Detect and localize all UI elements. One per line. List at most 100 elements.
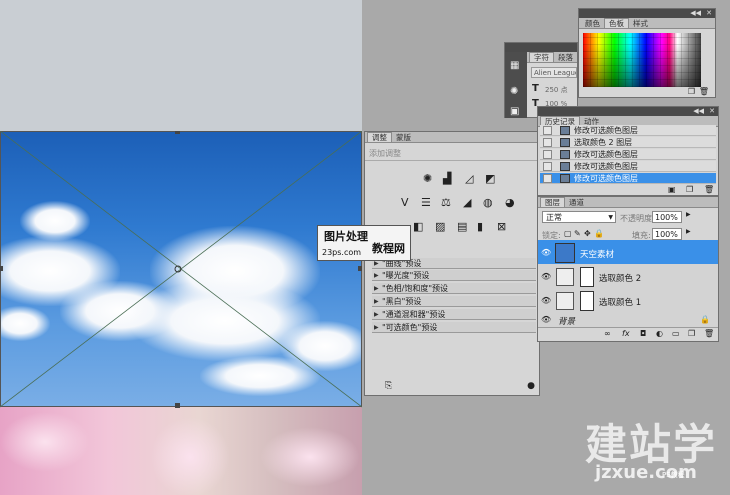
swatch-grid[interactable] [583, 33, 701, 87]
trash-icon[interactable]: 🗑 [704, 185, 714, 194]
preset-black-white[interactable]: "黑白"预设 [372, 296, 536, 307]
background-photo [0, 407, 362, 495]
lock-all-icon[interactable]: 🔒 [594, 229, 604, 238]
tab-color[interactable]: 颜色 [581, 19, 604, 28]
new-layer-icon[interactable]: ❐ [688, 329, 695, 338]
levels-icon[interactable]: ▟ [443, 172, 451, 185]
panel-titlebar[interactable]: ◀◀ ✕ [579, 9, 715, 18]
history-row[interactable]: 修改可选颜色图层 [540, 161, 716, 172]
color-balance-icon[interactable]: ⚖ [441, 196, 451, 209]
adjustment-layer-icon [556, 292, 574, 310]
invert-icon[interactable]: ◧ [413, 220, 423, 233]
photo-filter-icon[interactable]: ◍ [483, 196, 493, 209]
history-state-icon [560, 126, 570, 135]
exposure-icon[interactable]: ◩ [485, 172, 495, 185]
preset-selective-color[interactable]: "可选颜色"预设 [372, 322, 536, 333]
panel-titlebar[interactable] [505, 43, 577, 52]
image-icon[interactable]: ▣ [510, 106, 519, 117]
tab-adjustments[interactable]: 调整 [367, 132, 392, 142]
hue-saturation-icon[interactable]: ☰ [421, 196, 431, 209]
new-group-icon[interactable]: ▭ [672, 329, 680, 338]
font-size-field[interactable]: 250 点 [545, 85, 568, 95]
collapse-icon[interactable]: ◀◀ [693, 107, 704, 115]
lock-brush-icon[interactable]: ✎ [574, 229, 581, 238]
history-state-icon [560, 174, 570, 183]
history-state-icon [560, 162, 570, 171]
posterize-icon[interactable]: ▨ [435, 220, 445, 233]
new-layer-icon[interactable]: ⎘ [385, 381, 392, 391]
brightness-contrast-icon[interactable]: ✺ [423, 172, 432, 185]
tab-masks[interactable]: 蒙版 [392, 133, 415, 142]
document-canvas[interactable] [0, 0, 362, 495]
trash-icon[interactable]: 🗑 [704, 329, 714, 338]
lock-transparent-icon[interactable]: ▢ [564, 229, 572, 238]
watermark-tag: PS教程 [662, 471, 685, 479]
new-document-icon[interactable]: ❐ [686, 185, 693, 194]
tab-styles[interactable]: 样式 [629, 19, 652, 28]
opacity-slider-arrow-icon[interactable]: ▶ [686, 211, 691, 218]
selective-color-icon[interactable]: ⊠ [497, 220, 506, 233]
channel-mixer-icon[interactable]: ◕ [505, 196, 515, 209]
layer-name: 选取颜色 2 [599, 274, 642, 284]
layer-row[interactable]: 👁 背景 🔒 [538, 312, 718, 328]
new-snapshot-icon[interactable]: ▣ [668, 185, 676, 194]
panel-titlebar[interactable]: ◀◀ ✕ [538, 107, 718, 116]
swatches-panel: ◀◀ ✕ 颜色 色板 样式 ❐ 🗑 [578, 8, 716, 98]
tab-paragraph[interactable]: 段落 [554, 53, 577, 62]
font-family-field[interactable]: Alien League [531, 67, 577, 78]
layer-name: 选取颜色 1 [599, 298, 642, 308]
opacity-label: 不透明度: [620, 214, 655, 223]
font-size-icon: T [532, 83, 539, 94]
preset-hue-saturation[interactable]: "色相/饱和度"预设 [372, 283, 536, 294]
history-row[interactable]: 修改可选颜色图层 [540, 125, 716, 136]
layers-bottom-bar: ∞ fx ◘ ◐ ▭ ❐ 🗑 [538, 327, 718, 341]
tab-layers[interactable]: 图层 [540, 197, 565, 207]
eye-icon[interactable]: 👁 [541, 248, 551, 257]
layer-style-icon[interactable]: fx [622, 329, 630, 338]
trash-icon[interactable]: 🗑 [699, 87, 709, 96]
eye-icon[interactable]: 👁 [541, 296, 551, 305]
preset-exposure[interactable]: "曝光度"预设 [372, 270, 536, 281]
layer-name: 背景 [558, 317, 576, 327]
close-icon[interactable]: ✕ [709, 107, 715, 115]
fill-slider-arrow-icon[interactable]: ▶ [686, 228, 691, 235]
collapse-icon[interactable]: ◀◀ [690, 9, 701, 17]
vibrance-icon[interactable]: V [401, 196, 409, 209]
history-state-icon [560, 138, 570, 147]
close-icon[interactable]: ✕ [706, 9, 712, 17]
tab-swatches[interactable]: 色板 [604, 18, 629, 28]
layer-mask-thumbnail [580, 291, 594, 311]
chevron-down-icon: ▼ [608, 214, 613, 221]
opacity-field[interactable]: 100% [652, 211, 682, 223]
free-transform-box[interactable] [0, 131, 362, 408]
gradient-map-icon[interactable]: ▮ [477, 220, 483, 233]
curves-icon[interactable]: ◿ [465, 172, 473, 185]
layer-row-selected[interactable]: 👁 天空素材 [538, 240, 718, 266]
history-row[interactable]: 选取颜色 2 图层 [540, 137, 716, 148]
blend-mode-select[interactable]: 正常 ▼ [542, 211, 616, 223]
history-row[interactable]: 修改可选颜色图层 [540, 149, 716, 160]
lock-icon: 🔒 [700, 315, 710, 324]
history-row-selected[interactable]: 修改可选颜色图层 [540, 173, 716, 184]
eye-icon[interactable]: 👁 [541, 315, 551, 324]
adjust-brush-icon[interactable]: ✺ [510, 86, 518, 97]
preset-channel-mixer[interactable]: "通道混和器"预设 [372, 309, 536, 320]
layer-mask-icon[interactable]: ◘ [640, 329, 646, 338]
black-white-icon[interactable]: ◢ [463, 196, 471, 209]
tab-character[interactable]: 字符 [529, 52, 554, 62]
new-swatch-icon[interactable]: ❐ [688, 87, 695, 96]
character-icon[interactable]: ▦ [510, 60, 519, 71]
tab-channels[interactable]: 通道 [565, 198, 588, 207]
fill-field[interactable]: 100% [652, 228, 682, 240]
layer-thumbnail [555, 243, 575, 263]
layer-row[interactable]: 👁 选取颜色 1 [538, 288, 718, 314]
options-icon[interactable]: ● [527, 381, 535, 391]
panel-icon-strip: ▦ ✺ ▣ [505, 52, 527, 118]
lock-move-icon[interactable]: ✥ [584, 229, 591, 238]
link-layers-icon[interactable]: ∞ [604, 329, 611, 338]
threshold-icon[interactable]: ▤ [457, 220, 467, 233]
eye-icon[interactable]: 👁 [541, 272, 551, 281]
layer-row[interactable]: 👁 选取颜色 2 [538, 264, 718, 290]
new-adjustment-layer-icon[interactable]: ◐ [656, 329, 663, 338]
watermark-badge: 图片处理 教程网 23ps.com [317, 225, 411, 261]
